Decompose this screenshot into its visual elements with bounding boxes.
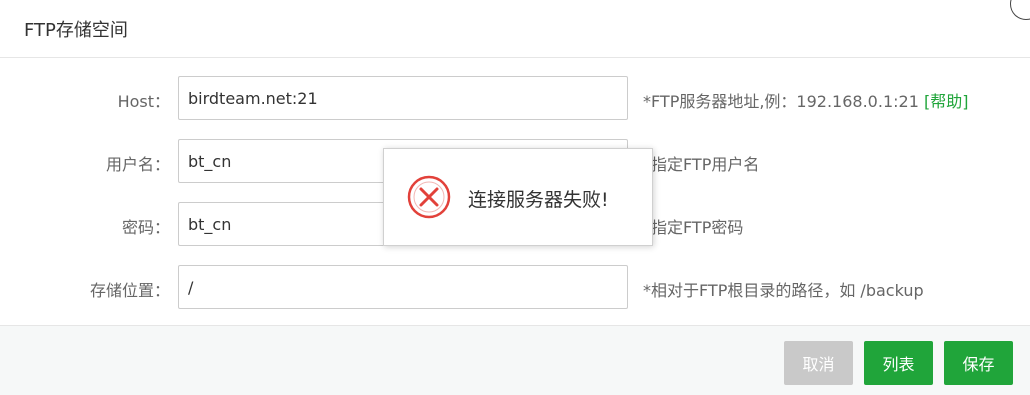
- host-hint: *FTP服务器地址,例：192.168.0.1:21 [帮助]: [643, 88, 968, 112]
- ftp-storage-dialog: FTP存储空间 Host： *FTP服务器地址,例：192.168.0.1:21…: [0, 0, 1030, 395]
- username-label: 用户名：: [105, 155, 170, 174]
- path-row: 存储位置： *相对于FTP根目录的路径，如 /backup: [0, 265, 1030, 309]
- toast-message: 连接服务器失败!: [468, 189, 609, 211]
- password-label: 密码：: [121, 218, 170, 237]
- host-hint-text: *FTP服务器地址,例：192.168.0.1:21: [643, 92, 924, 111]
- host-row: Host： *FTP服务器地址,例：192.168.0.1:21 [帮助]: [0, 76, 1030, 120]
- path-label: 存储位置：: [89, 281, 170, 300]
- dialog-title: FTP存储空间: [24, 20, 128, 41]
- path-input[interactable]: [178, 265, 628, 309]
- path-hint: *相对于FTP根目录的路径，如 /backup: [643, 281, 924, 300]
- error-toast: 连接服务器失败!: [383, 148, 653, 246]
- cancel-button[interactable]: 取消: [784, 341, 853, 385]
- error-x-circle-icon: [407, 175, 451, 219]
- help-link[interactable]: [帮助]: [924, 92, 969, 111]
- username-hint: *指定FTP用户名: [643, 155, 760, 174]
- host-input[interactable]: [178, 76, 628, 120]
- password-hint: *指定FTP密码: [643, 218, 744, 237]
- dialog-footer: 取消 列表 保存: [0, 325, 1030, 395]
- list-button[interactable]: 列表: [864, 341, 933, 385]
- dialog-title-bar[interactable]: FTP存储空间: [0, 0, 1030, 58]
- host-label: Host：: [117, 92, 170, 111]
- save-button[interactable]: 保存: [944, 341, 1013, 385]
